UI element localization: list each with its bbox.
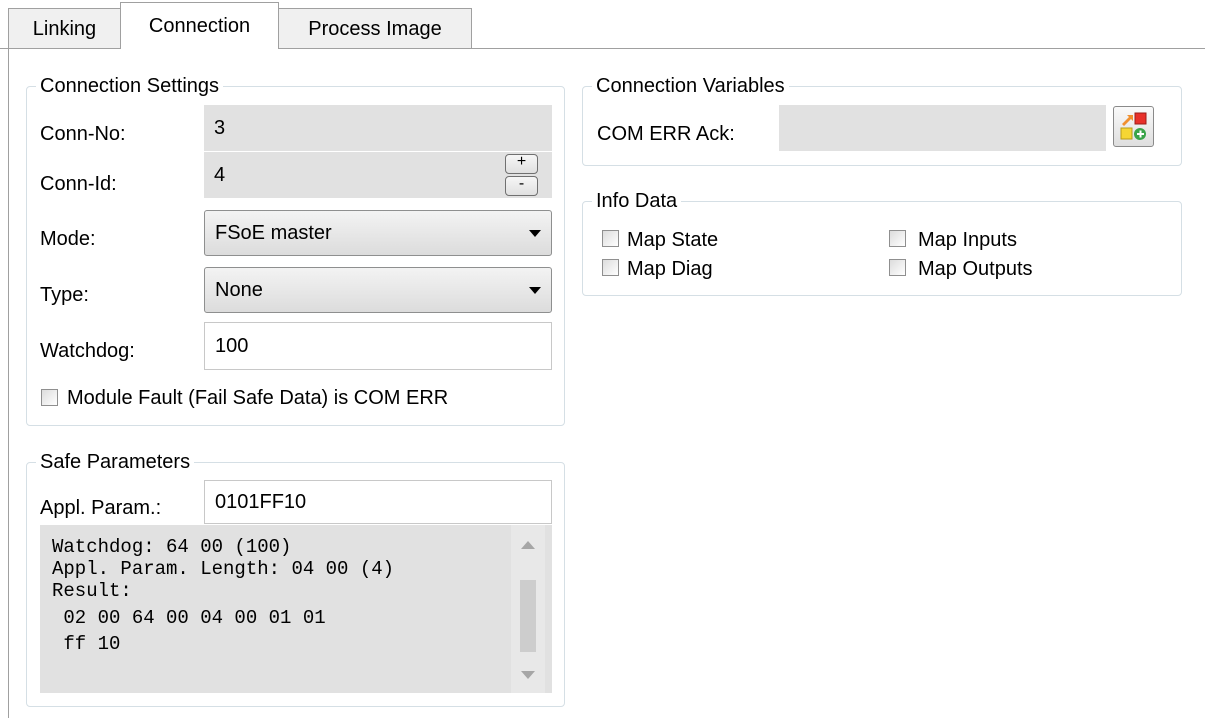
output-line: 02 00 64 00 04 00 01 01: [52, 607, 326, 629]
panel-left-border: [8, 48, 9, 718]
type-value: None: [215, 278, 263, 301]
module-fault-checkbox[interactable]: [41, 389, 58, 406]
output-line: Watchdog: 64 00 (100): [52, 536, 292, 558]
watchdog-value: 100: [215, 334, 249, 357]
tab-connection[interactable]: Connection: [120, 2, 279, 49]
tab-linking-label: Linking: [32, 17, 97, 40]
output-line: Appl. Param. Length: 04 00 (4): [52, 558, 395, 580]
link-variable-button[interactable]: [1113, 106, 1154, 147]
mode-dropdown-icon: [529, 230, 541, 237]
safe-params-output-box: Watchdog: 64 00 (100) Appl. Param. Lengt…: [40, 525, 552, 693]
appl-param-label: Appl. Param.:: [40, 497, 162, 519]
map-diag-checkbox[interactable]: [602, 259, 619, 276]
map-state-label: Map State: [627, 229, 719, 251]
map-outputs-checkbox[interactable]: [889, 259, 906, 276]
map-inputs-checkbox[interactable]: [889, 230, 906, 247]
conn-id-increment-button[interactable]: +: [505, 154, 538, 174]
scroll-thumb[interactable]: [520, 580, 536, 652]
output-scrollbar[interactable]: [511, 525, 545, 693]
connection-variables-title: Connection Variables: [592, 75, 789, 97]
module-fault-label: Module Fault (Fail Safe Data) is COM ERR: [67, 387, 449, 409]
output-line: ff 10: [52, 633, 121, 655]
connection-settings-title: Connection Settings: [36, 75, 224, 97]
conn-id-value: 4: [214, 163, 226, 186]
map-outputs-label: Map Outputs: [918, 258, 1033, 280]
mode-label: Mode:: [40, 228, 96, 250]
com-err-ack-label: COM ERR Ack:: [597, 123, 735, 145]
conn-no-label: Conn-No:: [40, 123, 126, 145]
info-data-title: Info Data: [592, 190, 682, 212]
conn-id-decrement-button[interactable]: -: [505, 176, 538, 196]
type-label: Type:: [40, 284, 89, 306]
link-variable-icon: [1120, 112, 1147, 140]
watchdog-input[interactable]: 100: [204, 322, 552, 370]
appl-param-value: 0101FF10: [215, 490, 307, 513]
tab-connection-label: Connection: [148, 14, 251, 37]
tab-strip-border-right: [279, 48, 1205, 49]
appl-param-input[interactable]: 0101FF10: [204, 480, 552, 524]
conn-no-field: 3: [204, 105, 552, 151]
safe-parameters-title: Safe Parameters: [36, 451, 195, 473]
map-diag-label: Map Diag: [627, 258, 713, 280]
type-select[interactable]: None: [204, 267, 552, 313]
tab-strip-border: [0, 48, 120, 49]
tab-linking[interactable]: Linking: [8, 8, 121, 49]
type-dropdown-icon: [529, 287, 541, 294]
tab-process-image-label: Process Image: [308, 17, 442, 40]
com-err-ack-field: [779, 105, 1106, 151]
map-state-checkbox[interactable]: [602, 230, 619, 247]
mode-value: FSoE master: [215, 221, 332, 244]
conn-id-label: Conn-Id:: [40, 173, 117, 195]
watchdog-label: Watchdog:: [40, 340, 135, 362]
conn-id-field: 4: [204, 152, 552, 198]
tab-process-image[interactable]: Process Image: [278, 8, 472, 49]
scroll-up-icon[interactable]: [521, 541, 535, 549]
conn-no-value: 3: [214, 116, 226, 139]
map-inputs-label: Map Inputs: [918, 229, 1017, 251]
output-line: Result:: [52, 580, 132, 602]
mode-select[interactable]: FSoE master: [204, 210, 552, 256]
scroll-down-icon[interactable]: [521, 671, 535, 679]
